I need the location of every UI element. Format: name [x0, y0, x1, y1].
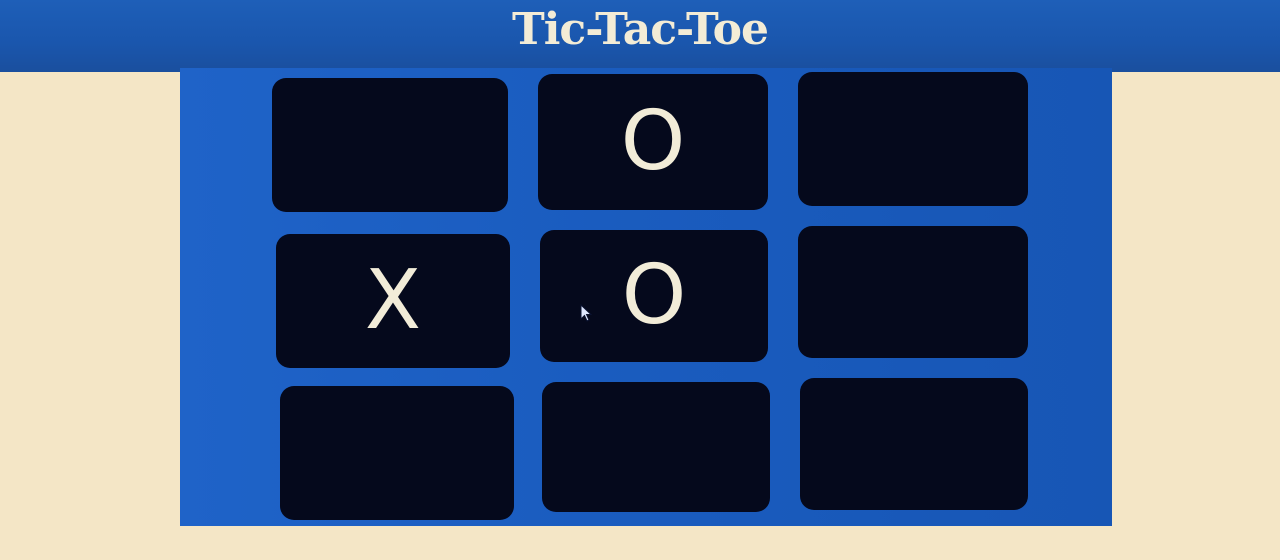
game-board: O X O: [180, 68, 1112, 526]
cell-3[interactable]: [798, 72, 1028, 206]
page-title: Tic-Tac-Toe: [511, 3, 769, 55]
cell-2[interactable]: O: [538, 74, 768, 210]
cell-6[interactable]: [798, 226, 1028, 358]
cell-8[interactable]: [542, 382, 770, 512]
cell-9[interactable]: [800, 378, 1028, 510]
cell-5[interactable]: O: [540, 230, 768, 362]
cell-1[interactable]: [272, 78, 508, 212]
mouse-pointer-icon: [580, 304, 592, 322]
cell-4[interactable]: X: [276, 234, 510, 368]
cell-7[interactable]: [280, 386, 514, 520]
header-bar: Tic-Tac-Toe: [0, 0, 1280, 72]
